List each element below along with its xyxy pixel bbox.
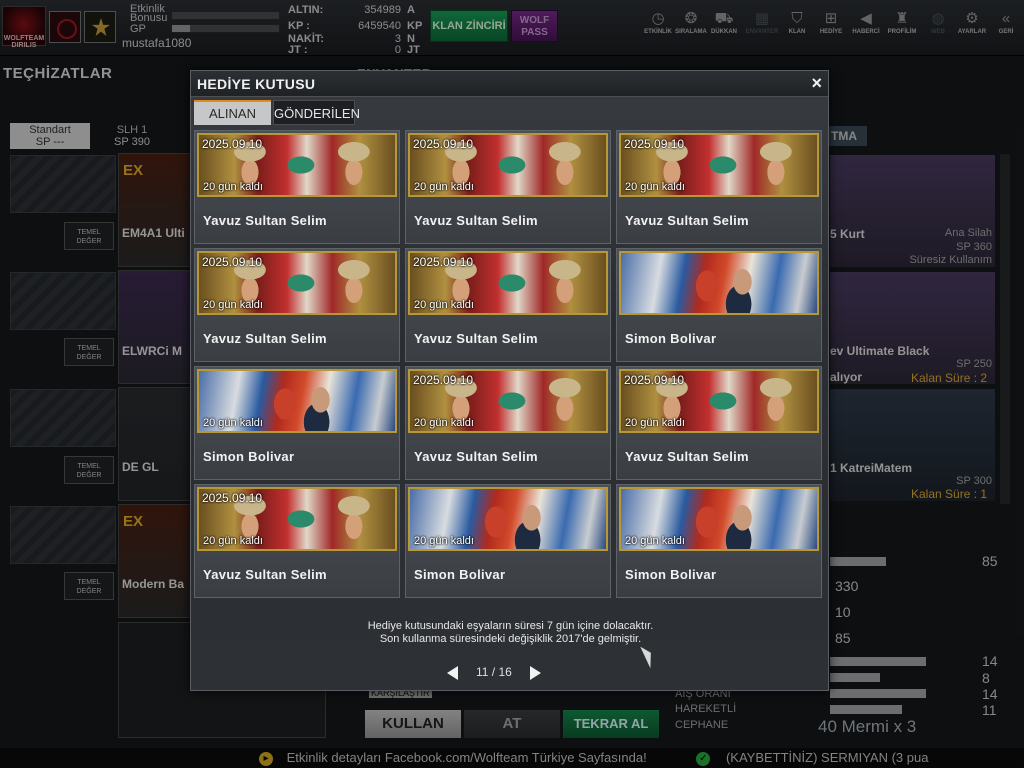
gift-name: Yavuz Sultan Selim: [625, 213, 749, 228]
gift-image: 20 gün kaldı: [619, 487, 819, 551]
gift-name: Simon Bolivar: [625, 567, 717, 582]
gift-item[interactable]: 20 gün kaldı Simon Bolivar: [194, 366, 400, 480]
gift-box-dialog: HEDİYE KUTUSU × ALINAN GÖNDERİLEN 2025.0…: [190, 70, 829, 691]
gift-item[interactable]: 2025.09.10 20 gün kaldı Yavuz Sultan Selim: [405, 130, 611, 244]
close-icon[interactable]: ×: [811, 73, 822, 94]
page-indicator: 11 / 16: [476, 665, 512, 679]
gift-remaining: 20 gün kaldı: [203, 181, 263, 193]
gift-remaining: 20 gün kaldı: [625, 417, 685, 429]
gift-image: 2025.09.10 20 gün kaldı: [619, 133, 819, 197]
gift-name: Simon Bolivar: [414, 567, 506, 582]
gift-item[interactable]: 20 gün kaldı Simon Bolivar: [405, 484, 611, 598]
gift-remaining: 20 gün kaldı: [414, 535, 474, 547]
gift-remaining: 20 gün kaldı: [625, 181, 685, 193]
gift-item[interactable]: 2025.09.10 20 gün kaldı Yavuz Sultan Selim: [194, 130, 400, 244]
gift-remaining: 20 gün kaldı: [203, 417, 263, 429]
gift-image: 20 gün kaldı: [408, 487, 608, 551]
gift-name: Yavuz Sultan Selim: [414, 331, 538, 346]
gift-remaining: 20 gün kaldı: [625, 535, 685, 547]
gift-date: 2025.09.10: [413, 255, 474, 269]
gift-item[interactable]: 2025.09.10 20 gün kaldı Yavuz Sultan Selim: [616, 130, 822, 244]
gift-image: 2025.09.10 20 gün kaldı: [408, 133, 608, 197]
gift-item[interactable]: 2025.09.10 20 gün kaldı Yavuz Sultan Selim: [405, 248, 611, 362]
gift-name: Yavuz Sultan Selim: [414, 213, 538, 228]
gift-date: 2025.09.10: [202, 255, 263, 269]
gift-remaining: 20 gün kaldı: [203, 535, 263, 547]
gift-remaining: 20 gün kaldı: [414, 299, 474, 311]
gift-image: 20 gün kaldı: [197, 369, 397, 433]
gift-name: Simon Bolivar: [203, 449, 295, 464]
gift-remaining: 20 gün kaldı: [414, 417, 474, 429]
gift-item[interactable]: 2025.09.10 20 gün kaldı Yavuz Sultan Selim: [616, 366, 822, 480]
gift-name: Yavuz Sultan Selim: [203, 331, 327, 346]
gift-date: 2025.09.10: [413, 137, 474, 151]
gift-name: Yavuz Sultan Selim: [203, 567, 327, 582]
gift-date: 2025.09.10: [413, 373, 474, 387]
gift-item[interactable]: 20 gün kaldı Simon Bolivar: [616, 484, 822, 598]
dialog-title: HEDİYE KUTUSU: [197, 76, 316, 92]
gift-remaining: 20 gün kaldı: [203, 299, 263, 311]
gift-item[interactable]: 2025.09.10 20 gün kaldı Yavuz Sultan Selim: [194, 248, 400, 362]
gift-date: 2025.09.10: [202, 137, 263, 151]
gift-name: Yavuz Sultan Selim: [414, 449, 538, 464]
next-page-icon[interactable]: [530, 666, 541, 680]
gift-image: 2025.09.10 20 gün kaldı: [408, 251, 608, 315]
gift-item[interactable]: 2025.09.10 20 gün kaldı Yavuz Sultan Selim: [405, 366, 611, 480]
gift-name: Yavuz Sultan Selim: [625, 449, 749, 464]
gift-item[interactable]: 2025.09.10 20 gün kaldı Yavuz Sultan Selim: [194, 484, 400, 598]
gift-image: 2025.09.10 20 gün kaldı: [619, 369, 819, 433]
gift-name: Yavuz Sultan Selim: [203, 213, 327, 228]
gift-remaining: 20 gün kaldı: [414, 181, 474, 193]
gift-image: 2025.09.10 20 gün kaldı: [197, 133, 397, 197]
gift-image: 2025.09.10 20 gün kaldı: [197, 487, 397, 551]
tab-sent[interactable]: GÖNDERİLEN: [273, 100, 360, 125]
gift-date: 2025.09.10: [624, 137, 685, 151]
gift-image: 2025.09.10 20 gün kaldı: [197, 251, 397, 315]
gift-item[interactable]: Simon Bolivar: [616, 248, 822, 362]
gift-date: 2025.09.10: [202, 491, 263, 505]
gift-image: 2025.09.10 20 gün kaldı: [408, 369, 608, 433]
gift-name: Simon Bolivar: [625, 331, 717, 346]
expiry-notice: Hediye kutusundaki eşyaların süresi 7 gü…: [367, 620, 654, 645]
prev-page-icon[interactable]: [447, 666, 458, 680]
gift-image: [619, 251, 819, 315]
gift-date: 2025.09.10: [624, 373, 685, 387]
tab-received[interactable]: ALINAN: [194, 100, 271, 125]
